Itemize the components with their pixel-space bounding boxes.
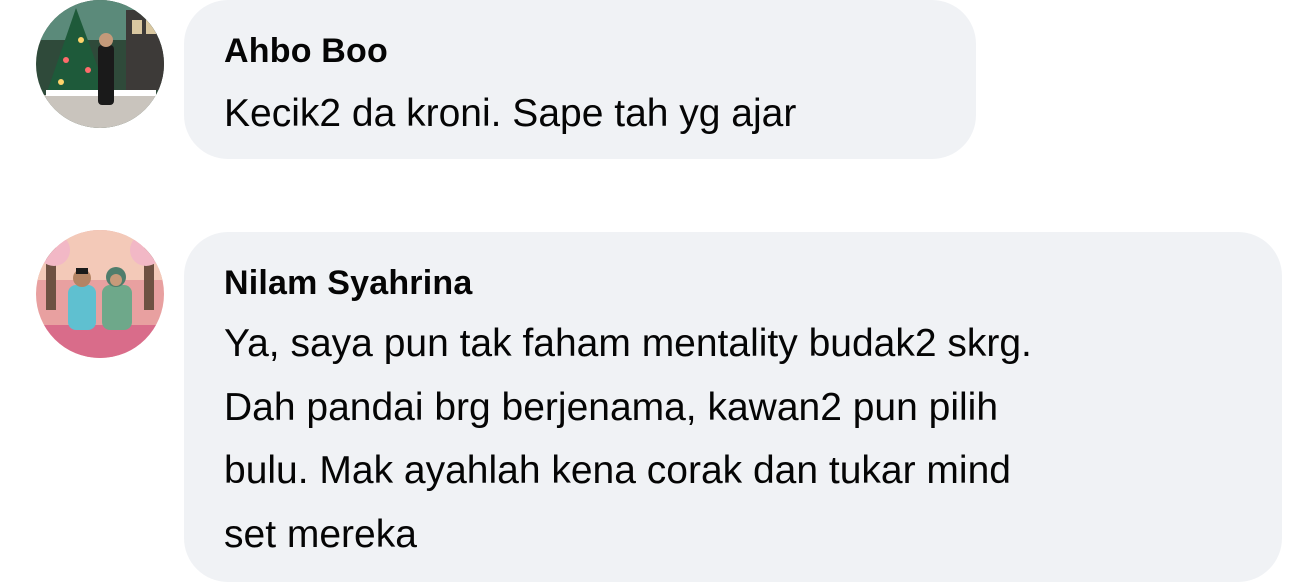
- profile-photo-couple-flowers-icon: [36, 230, 164, 358]
- comment-text-line: bulu. Mak ayahlah kena corak dan tukar m…: [224, 449, 1011, 492]
- comment-text-line: set mereka: [224, 512, 417, 556]
- comment-text-line: Ya, saya pun tak faham mentality budak2 …: [224, 322, 1032, 365]
- comment-text-line: Kecik2 da kroni. Sape tah yg ajar: [224, 92, 797, 135]
- comment-author[interactable]: Nilam Syahrina: [224, 263, 472, 303]
- comment-author[interactable]: Ahbo Boo: [224, 31, 388, 71]
- comment-text-line: Dah pandai brg berjenama, kawan2 pun pil…: [224, 385, 999, 429]
- comment-bubble: Nilam Syahrina Ya, saya pun tak faham me…: [184, 232, 1282, 582]
- profile-photo-christmas-tree-icon: [36, 0, 164, 128]
- comment-text: Ya, saya pun tak faham mentality budak2 …: [224, 312, 1032, 566]
- comment-text: Kecik2 da kroni. Sape tah yg ajar: [224, 82, 796, 146]
- avatar[interactable]: [36, 0, 164, 128]
- comment-bubble: Ahbo Boo Kecik2 da kroni. Sape tah yg aj…: [184, 0, 976, 159]
- avatar[interactable]: [36, 230, 164, 358]
